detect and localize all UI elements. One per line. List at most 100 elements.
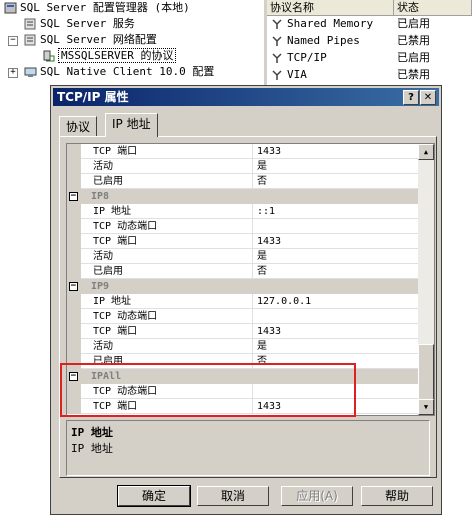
property-row[interactable]: 已启用 否 bbox=[67, 264, 421, 279]
property-value[interactable]: 是 bbox=[253, 339, 421, 354]
protocol-icon bbox=[272, 53, 282, 63]
property-value[interactable]: 1433 bbox=[253, 144, 421, 159]
property-name: TCP 动态端口 bbox=[81, 219, 253, 234]
network-icon bbox=[24, 34, 36, 46]
property-name: 活动 bbox=[81, 159, 253, 174]
expand-icon[interactable]: + bbox=[8, 68, 18, 78]
protocol-icon bbox=[272, 70, 282, 80]
tcpip-properties-dialog: TCP/IP 属性 ? ✕ 协议 IP 地址 TCP 端口 1433 活动 是 … bbox=[50, 85, 442, 515]
help-icon[interactable]: ? bbox=[403, 90, 419, 105]
tree-item-mssqlserver-protocols[interactable]: MSSQLSERVER 的协议 bbox=[42, 48, 177, 64]
property-row[interactable]: TCP 动态端口 bbox=[67, 219, 421, 234]
property-value[interactable]: 1433 bbox=[253, 399, 421, 414]
property-name: IP 地址 bbox=[81, 294, 253, 309]
help-button[interactable]: 帮助 bbox=[361, 486, 433, 506]
property-value[interactable]: ::1 bbox=[253, 204, 421, 219]
property-name: TCP 动态端口 bbox=[81, 384, 253, 399]
category-name: IPAll bbox=[91, 371, 122, 382]
property-row[interactable]: 已启用 否 bbox=[67, 174, 421, 189]
protocol-list: 协议名称 状态 Shared Memory 已启用 Named Pipes 已禁… bbox=[267, 0, 472, 85]
protocol-icon bbox=[272, 19, 282, 29]
property-row[interactable]: TCP 端口 1433 bbox=[67, 399, 421, 414]
services-icon bbox=[24, 18, 36, 30]
property-value[interactable]: 否 bbox=[253, 264, 421, 279]
collapse-icon[interactable]: − bbox=[69, 372, 78, 381]
property-name: TCP 端口 bbox=[81, 324, 253, 339]
property-value[interactable] bbox=[253, 384, 421, 399]
close-icon[interactable]: ✕ bbox=[420, 90, 436, 105]
property-name: 已启用 bbox=[81, 264, 253, 279]
server-icon bbox=[4, 2, 17, 14]
tree-item-native-client[interactable]: SQL Native Client 10.0 配置 bbox=[24, 64, 214, 80]
property-value[interactable]: 1433 bbox=[253, 234, 421, 249]
property-value[interactable]: 1433 bbox=[253, 324, 421, 339]
tree-item-config-manager[interactable]: SQL Server 配置管理器 (本地) bbox=[4, 0, 190, 16]
tree-item-label: SQL Server 配置管理器 (本地) bbox=[20, 1, 190, 14]
property-value[interactable]: 否 bbox=[253, 174, 421, 189]
list-item[interactable]: Named Pipes 已禁用 bbox=[267, 33, 472, 49]
dialog-titlebar[interactable]: TCP/IP 属性 ? ✕ bbox=[53, 88, 439, 106]
collapse-icon[interactable]: − bbox=[69, 282, 78, 291]
property-value[interactable]: 是 bbox=[253, 159, 421, 174]
dialog-title: TCP/IP 属性 bbox=[57, 90, 129, 104]
protocol-icon bbox=[272, 36, 282, 46]
property-value[interactable]: 127.0.0.1 bbox=[253, 294, 421, 309]
protocol-name: Shared Memory bbox=[287, 17, 374, 30]
console-tree: SQL Server 配置管理器 (本地) SQL Server 服务 − SQ… bbox=[0, 0, 264, 85]
property-row[interactable]: 活动 是 bbox=[67, 339, 421, 354]
property-row[interactable]: TCP 动态端口 bbox=[67, 309, 421, 324]
category-ip9[interactable]: − IP9 bbox=[67, 279, 421, 294]
list-item[interactable]: Shared Memory 已启用 bbox=[267, 16, 472, 32]
column-header-protocol-name[interactable]: 协议名称 bbox=[267, 0, 394, 16]
property-row[interactable]: 活动 是 bbox=[67, 159, 421, 174]
category-ip8[interactable]: − IP8 bbox=[67, 189, 421, 204]
description-title: IP 地址 bbox=[71, 426, 113, 439]
tab-pane-ip-address: TCP 端口 1433 活动 是 已启用 否 − IP8 IP 地址 ::1 T… bbox=[59, 136, 437, 478]
collapse-icon[interactable]: − bbox=[8, 36, 18, 46]
protocol-status: 已禁用 bbox=[397, 68, 430, 81]
list-item[interactable]: TCP/IP 已启用 bbox=[267, 50, 472, 66]
property-grid: TCP 端口 1433 活动 是 已启用 否 − IP8 IP 地址 ::1 T… bbox=[66, 143, 435, 416]
tab-protocol[interactable]: 协议 bbox=[59, 116, 98, 137]
property-value[interactable]: 否 bbox=[253, 354, 421, 369]
tree-item-label: MSSQLSERVER 的协议 bbox=[58, 48, 177, 63]
property-value[interactable] bbox=[253, 219, 421, 234]
property-row[interactable]: TCP 端口 1433 bbox=[67, 324, 421, 339]
property-row[interactable]: IP 地址 ::1 bbox=[67, 204, 421, 219]
property-name: TCP 端口 bbox=[81, 144, 253, 159]
protocol-name: TCP/IP bbox=[287, 51, 327, 64]
property-row[interactable]: 已启用 否 bbox=[67, 354, 421, 369]
property-row[interactable]: 活动 是 bbox=[67, 249, 421, 264]
property-name: 活动 bbox=[81, 249, 253, 264]
property-row[interactable]: TCP 端口 1433 bbox=[67, 234, 421, 249]
apply-button[interactable]: 应用(A) bbox=[281, 486, 353, 506]
tree-item-label: SQL Server 服务 bbox=[40, 17, 135, 30]
column-header-status[interactable]: 状态 bbox=[394, 0, 472, 16]
property-value[interactable]: 是 bbox=[253, 249, 421, 264]
property-name: TCP 端口 bbox=[81, 234, 253, 249]
ok-button[interactable]: 确定 bbox=[117, 485, 191, 507]
protocol-name: Named Pipes bbox=[287, 34, 360, 47]
category-ipall[interactable]: − IPAll bbox=[67, 369, 421, 384]
scroll-down-icon[interactable]: ▼ bbox=[418, 399, 434, 415]
scroll-thumb[interactable] bbox=[418, 344, 434, 401]
scroll-up-icon[interactable]: ▲ bbox=[418, 144, 434, 160]
tree-item-services[interactable]: SQL Server 服务 bbox=[24, 16, 135, 32]
tree-item-label: SQL Native Client 10.0 配置 bbox=[40, 65, 215, 78]
description-panel: IP 地址 IP 地址 bbox=[66, 420, 430, 476]
protocol-icon bbox=[43, 50, 55, 62]
property-value[interactable] bbox=[253, 309, 421, 324]
cancel-button[interactable]: 取消 bbox=[197, 486, 269, 506]
property-name: 已启用 bbox=[81, 354, 253, 369]
collapse-icon[interactable]: − bbox=[69, 192, 78, 201]
property-name: 已启用 bbox=[81, 174, 253, 189]
description-text: IP 地址 bbox=[71, 442, 113, 455]
tab-ip-address[interactable]: IP 地址 bbox=[105, 113, 158, 137]
list-item[interactable]: VIA 已禁用 bbox=[267, 67, 472, 83]
property-row[interactable]: TCP 动态端口 bbox=[67, 384, 421, 399]
tree-item-network-config[interactable]: SQL Server 网络配置 bbox=[24, 32, 157, 48]
vertical-scrollbar[interactable]: ▲ ▼ bbox=[418, 144, 434, 415]
category-name: IP8 bbox=[91, 191, 110, 202]
property-row[interactable]: TCP 端口 1433 bbox=[67, 144, 421, 159]
property-row[interactable]: IP 地址 127.0.0.1 bbox=[67, 294, 421, 309]
